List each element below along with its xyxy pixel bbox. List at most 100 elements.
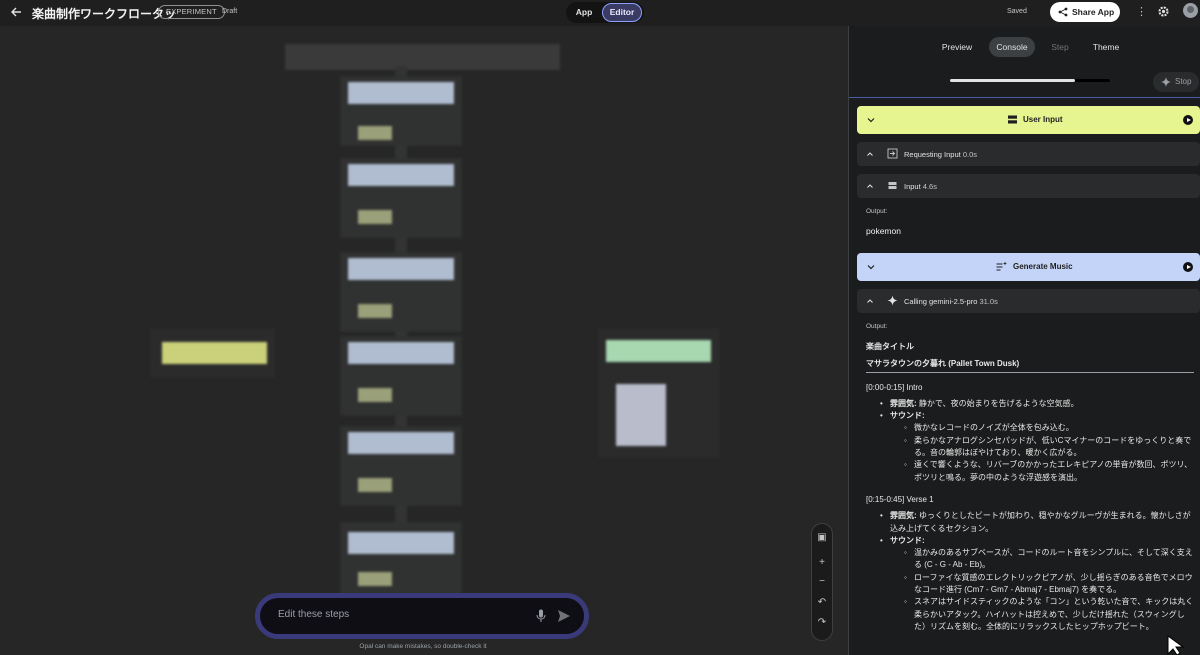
gear-icon[interactable] bbox=[1157, 5, 1170, 18]
graph-node[interactable] bbox=[340, 76, 462, 146]
output-label: Output: bbox=[866, 323, 888, 330]
chevron-down-icon[interactable] bbox=[866, 115, 876, 125]
input-duration: 4.6s bbox=[922, 182, 937, 191]
tab-theme[interactable]: Theme bbox=[1085, 37, 1127, 57]
graph-top-strip bbox=[285, 44, 560, 70]
edit-steps-input[interactable]: Edit these steps bbox=[278, 609, 349, 620]
draft-status: Draft bbox=[222, 8, 238, 15]
tab-console[interactable]: Console bbox=[989, 37, 1035, 57]
tab-preview[interactable]: Preview bbox=[935, 37, 979, 57]
step-user-input[interactable]: User Input bbox=[857, 106, 1200, 134]
undo-icon[interactable]: ↶ bbox=[812, 597, 832, 609]
run-step-icon[interactable] bbox=[1183, 262, 1193, 272]
send-icon[interactable] bbox=[557, 609, 571, 623]
zoom-controls: ▣ + − ↶ ↷ bbox=[811, 523, 833, 641]
list-item: サウンド: 微かなレコードのノイズが全体を包み込む。 柔らかなアナログシンセパッ… bbox=[880, 410, 1196, 484]
list-item: 微かなレコードのノイズが全体を包み込む。 bbox=[904, 422, 1196, 435]
share-app-label: Share App bbox=[1072, 7, 1115, 17]
run-progress-fill bbox=[950, 79, 1075, 82]
top-bar: 楽曲制作ワークフロータッ EXPERIMENT Draft App Editor… bbox=[0, 0, 1200, 26]
avatar-inner bbox=[1187, 6, 1194, 13]
section-heading-verse: [0:15-0:45] Verse 1 bbox=[866, 494, 934, 504]
sub-input[interactable]: Input 4.6s bbox=[857, 174, 1200, 198]
experiment-badge: EXPERIMENT bbox=[158, 5, 225, 19]
sparkle-icon bbox=[1161, 77, 1171, 87]
graph-output-thumbnail bbox=[616, 384, 666, 446]
sub-calling-model[interactable]: Calling gemini-2.5-pro 31.0s bbox=[857, 289, 1200, 313]
sound-list: 温かみのあるサブベースが、コードのルート音をシンプルに、そして深く支える (C … bbox=[890, 547, 1196, 633]
step-generate-music[interactable]: Generate Music bbox=[857, 253, 1200, 281]
song-title-heading: 楽曲タイトル bbox=[866, 342, 914, 351]
requesting-input-text: Requesting Input bbox=[904, 150, 961, 159]
list-item: ローファイな質感のエレクトリックピアノが、少し揺らぎのある音色でメロウなコード進… bbox=[904, 572, 1196, 597]
mood-text: ゆっくりとしたビートが加わり、穏やかなグルーヴが生まれる。懐かしさが込み上げてく… bbox=[890, 511, 1191, 533]
chevron-up-icon[interactable] bbox=[866, 150, 874, 158]
panel-tabs: Preview Console Step Theme bbox=[849, 26, 1200, 66]
list-item: サウンド: 温かみのあるサブベースが、コードのルート音をシンプルに、そして深く支… bbox=[880, 535, 1196, 633]
calling-model-text: Calling gemini-2.5-pro bbox=[904, 297, 978, 306]
section-heading-intro: [0:00-0:15] Intro bbox=[866, 382, 923, 392]
step-user-input-label: User Input bbox=[1023, 115, 1063, 124]
avatar[interactable] bbox=[1183, 3, 1198, 18]
stop-label: Stop bbox=[1175, 77, 1192, 86]
sound-label: サウンド: bbox=[890, 535, 925, 545]
chevron-down-icon[interactable] bbox=[866, 262, 876, 272]
redo-icon[interactable]: ↷ bbox=[812, 617, 832, 629]
requesting-input-duration: 0.0s bbox=[962, 150, 977, 159]
output-label: Output: bbox=[866, 208, 888, 215]
chevron-up-icon[interactable] bbox=[866, 182, 874, 190]
tab-step[interactable]: Step bbox=[1043, 37, 1077, 57]
workflow-canvas[interactable]: ▣ + − ↶ ↷ Edit these steps Opal can make… bbox=[0, 26, 848, 655]
graph-node-header bbox=[348, 164, 454, 186]
graph-node[interactable] bbox=[340, 336, 462, 416]
fit-view-icon[interactable]: ▣ bbox=[812, 532, 832, 544]
graph-node-header bbox=[348, 532, 454, 554]
edit-steps-prompt[interactable]: Edit these steps bbox=[255, 593, 589, 639]
chevron-up-icon[interactable] bbox=[866, 297, 874, 305]
mood-text: 静かで、夜の始まりを告げるような空気感。 bbox=[916, 398, 1079, 408]
sub-requesting-input[interactable]: Requesting Input 0.0s bbox=[857, 142, 1200, 166]
mode-toggle: App Editor bbox=[566, 2, 644, 23]
run-progress-row: Stop bbox=[849, 66, 1200, 98]
generated-output: 楽曲タイトル マサラタウンの夕暮れ (Pallet Town Dusk) [0:… bbox=[866, 339, 1196, 633]
graph-node-header bbox=[348, 82, 454, 104]
output-value: pokemon bbox=[866, 226, 901, 236]
graph-node[interactable] bbox=[340, 252, 462, 332]
mode-app-button[interactable]: App bbox=[566, 2, 602, 23]
sub-calling-model-label: Calling gemini-2.5-pro 31.0s bbox=[904, 297, 998, 306]
graph-node[interactable] bbox=[340, 426, 462, 506]
graph-node[interactable] bbox=[340, 158, 462, 238]
graph-node-body bbox=[358, 126, 392, 140]
graph-node-body bbox=[358, 388, 392, 402]
graph-output-node[interactable] bbox=[598, 328, 720, 458]
graph-output-node-header bbox=[606, 340, 711, 362]
sub-requesting-input-label: Requesting Input 0.0s bbox=[904, 150, 977, 159]
zoom-in-icon[interactable]: + bbox=[812, 557, 832, 569]
graph-node-body bbox=[358, 304, 392, 318]
zoom-out-icon[interactable]: − bbox=[812, 576, 832, 588]
mouse-cursor-icon bbox=[1167, 635, 1185, 655]
calling-model-duration: 31.0s bbox=[979, 297, 998, 306]
verse-list: 雰囲気: ゆっくりとしたビートが加わり、穏やかなグルーヴが生まれる。懐かしさが込… bbox=[866, 510, 1196, 633]
saved-status: Saved bbox=[1007, 8, 1027, 15]
share-app-button[interactable]: Share App bbox=[1050, 2, 1120, 22]
music-list-icon bbox=[996, 261, 1007, 271]
list-item: 柔らかなアナログシンセパッドが、低いCマイナーのコードをゆっくりと奏でる。音の輪… bbox=[904, 435, 1196, 460]
back-arrow-icon[interactable] bbox=[9, 5, 23, 19]
input-arrow-icon bbox=[887, 148, 898, 159]
more-menu-icon[interactable]: ⋮ bbox=[1136, 5, 1147, 18]
input-box-icon bbox=[888, 182, 897, 189]
disclaimer-text: Opal can make mistakes, so double-check … bbox=[0, 643, 848, 650]
intro-list: 雰囲気: 静かで、夜の始まりを告げるような空気感。 サウンド: 微かなレコードの… bbox=[866, 398, 1196, 484]
app-title[interactable]: 楽曲制作ワークフロータッ bbox=[32, 5, 176, 22]
graph-node-body bbox=[358, 572, 392, 586]
input-text: Input bbox=[904, 182, 921, 191]
graph-node-header bbox=[348, 342, 454, 364]
graph-blur-layer bbox=[0, 26, 848, 655]
mode-editor-button[interactable]: Editor bbox=[602, 3, 642, 22]
stop-button[interactable]: Stop bbox=[1153, 72, 1199, 92]
run-step-icon[interactable] bbox=[1183, 115, 1193, 125]
microphone-icon[interactable] bbox=[536, 609, 546, 623]
graph-input-node[interactable] bbox=[150, 328, 275, 378]
disclaimer-label: Opal can make mistakes, so double-check … bbox=[359, 643, 487, 650]
